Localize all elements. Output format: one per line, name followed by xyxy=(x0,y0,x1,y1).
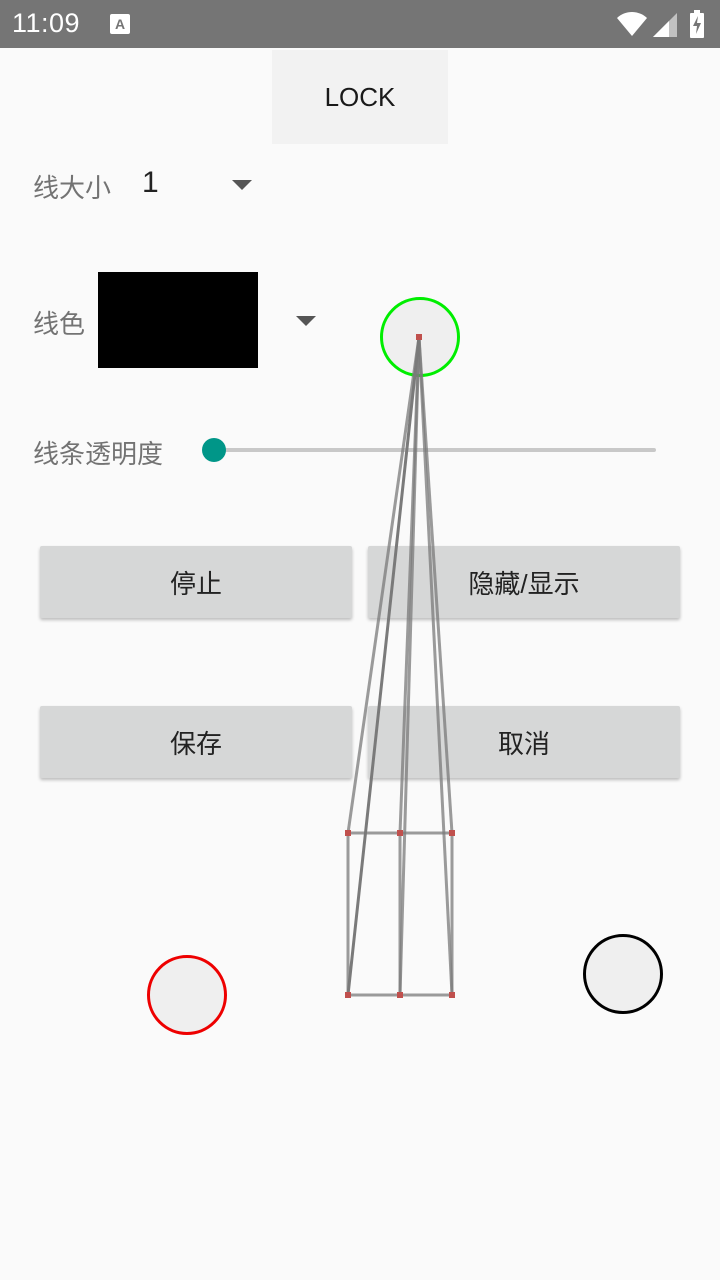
wire-vertex xyxy=(416,334,422,340)
wire-vertex xyxy=(449,992,455,998)
wire-line xyxy=(417,336,454,996)
wire-vertex xyxy=(345,992,351,998)
wire-vertex xyxy=(449,830,455,836)
wire-vertex xyxy=(397,830,403,836)
wire-vertex xyxy=(345,830,351,836)
wire-vertex xyxy=(397,992,403,998)
wireframe-lines xyxy=(346,336,454,997)
wireframe-canvas xyxy=(345,334,455,998)
